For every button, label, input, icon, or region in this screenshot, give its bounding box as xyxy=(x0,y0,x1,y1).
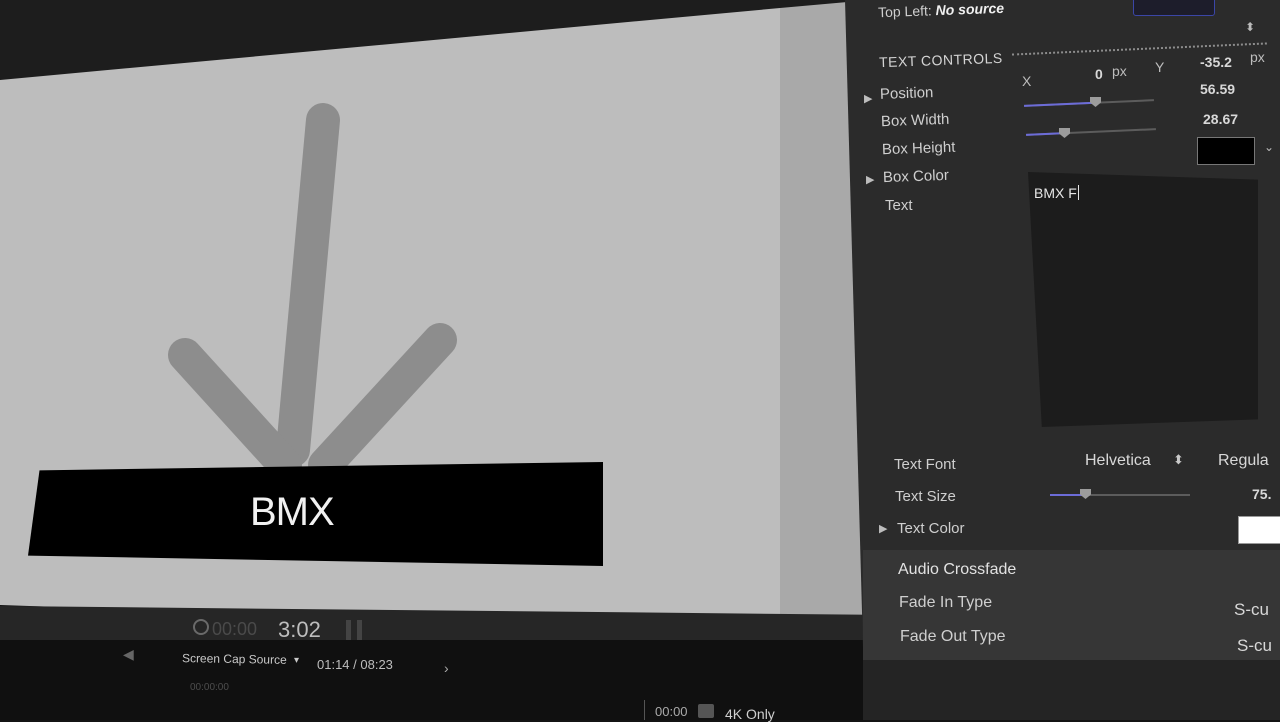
fade-in-type-label: Fade In Type xyxy=(899,594,993,611)
position-x-unit: px xyxy=(1112,63,1127,79)
disclosure-triangle-icon[interactable]: ▶ xyxy=(879,522,887,535)
text-field-value: BMX F xyxy=(1034,185,1079,201)
source-time: 01:14 / 08:23 xyxy=(317,657,393,672)
bottom-timecode: 00:00 xyxy=(655,704,688,719)
box-height-label: Box Height xyxy=(881,138,956,159)
text-font-style-select[interactable]: Regula xyxy=(1218,452,1269,470)
small-timecode: 00:00:00 xyxy=(190,682,229,693)
audio-crossfade-title: Audio Crossfade xyxy=(898,561,1017,578)
text-size-value[interactable]: 75. xyxy=(1252,486,1271,502)
text-label: Text xyxy=(885,197,913,214)
text-size-slider[interactable] xyxy=(1050,494,1190,496)
text-field[interactable] xyxy=(1028,172,1258,427)
chevron-down-icon[interactable]: ▾ xyxy=(294,655,299,666)
source-select[interactable]: Screen Cap Source xyxy=(182,651,287,667)
play-icon[interactable] xyxy=(193,619,209,635)
text-color-label: Text Color xyxy=(897,520,965,537)
top-left-label: Top Left: xyxy=(877,2,932,21)
next-icon[interactable]: › xyxy=(444,660,449,676)
position-y-label: Y xyxy=(1155,59,1165,75)
divider xyxy=(644,700,645,720)
top-left-value: No source xyxy=(935,0,1005,19)
position-label: Position xyxy=(879,84,934,103)
position-x-label: X xyxy=(1022,73,1032,89)
previous-icon[interactable]: ◀ xyxy=(123,646,134,663)
disclosure-triangle-icon[interactable]: ▶ xyxy=(866,173,874,186)
box-height-value[interactable]: 28.67 xyxy=(1203,111,1238,127)
box-color-swatch[interactable] xyxy=(1197,137,1255,165)
text-font-label: Text Font xyxy=(894,456,956,473)
text-size-label: Text Size xyxy=(895,488,956,505)
lower-third-text: BMX xyxy=(250,490,335,534)
text-font-family-select[interactable]: Helvetica xyxy=(1085,452,1151,470)
pause-icon[interactable] xyxy=(346,620,362,642)
position-y-value[interactable]: -35.2 xyxy=(1200,54,1232,70)
inspector-footer xyxy=(863,660,1280,720)
updown-icon[interactable]: ⬍ xyxy=(1173,452,1184,468)
fade-in-type-select[interactable]: S-cu xyxy=(1234,600,1269,620)
fade-out-type-label: Fade Out Type xyxy=(900,628,1006,645)
chevron-down-icon[interactable]: ⌄ xyxy=(1264,140,1274,154)
format-checkbox[interactable] xyxy=(698,704,714,718)
box-width-label: Box Width xyxy=(880,110,950,131)
timecode-ghost: 00:00 xyxy=(212,619,258,639)
fade-out-type-select[interactable]: S-cu xyxy=(1237,636,1272,656)
text-color-swatch[interactable] xyxy=(1238,516,1280,544)
position-x-value[interactable]: 0 xyxy=(1095,66,1103,82)
position-y-unit: px xyxy=(1250,49,1265,65)
source-well-button[interactable] xyxy=(1133,0,1215,16)
box-width-value[interactable]: 56.59 xyxy=(1200,81,1235,97)
disclosure-triangle-icon[interactable]: ▶ xyxy=(864,92,872,105)
box-color-label: Box Color xyxy=(882,166,950,187)
updown-icon[interactable]: ⬍ xyxy=(1245,20,1255,34)
down-arrow-graphic xyxy=(168,103,457,482)
slider-fill xyxy=(1050,494,1085,496)
